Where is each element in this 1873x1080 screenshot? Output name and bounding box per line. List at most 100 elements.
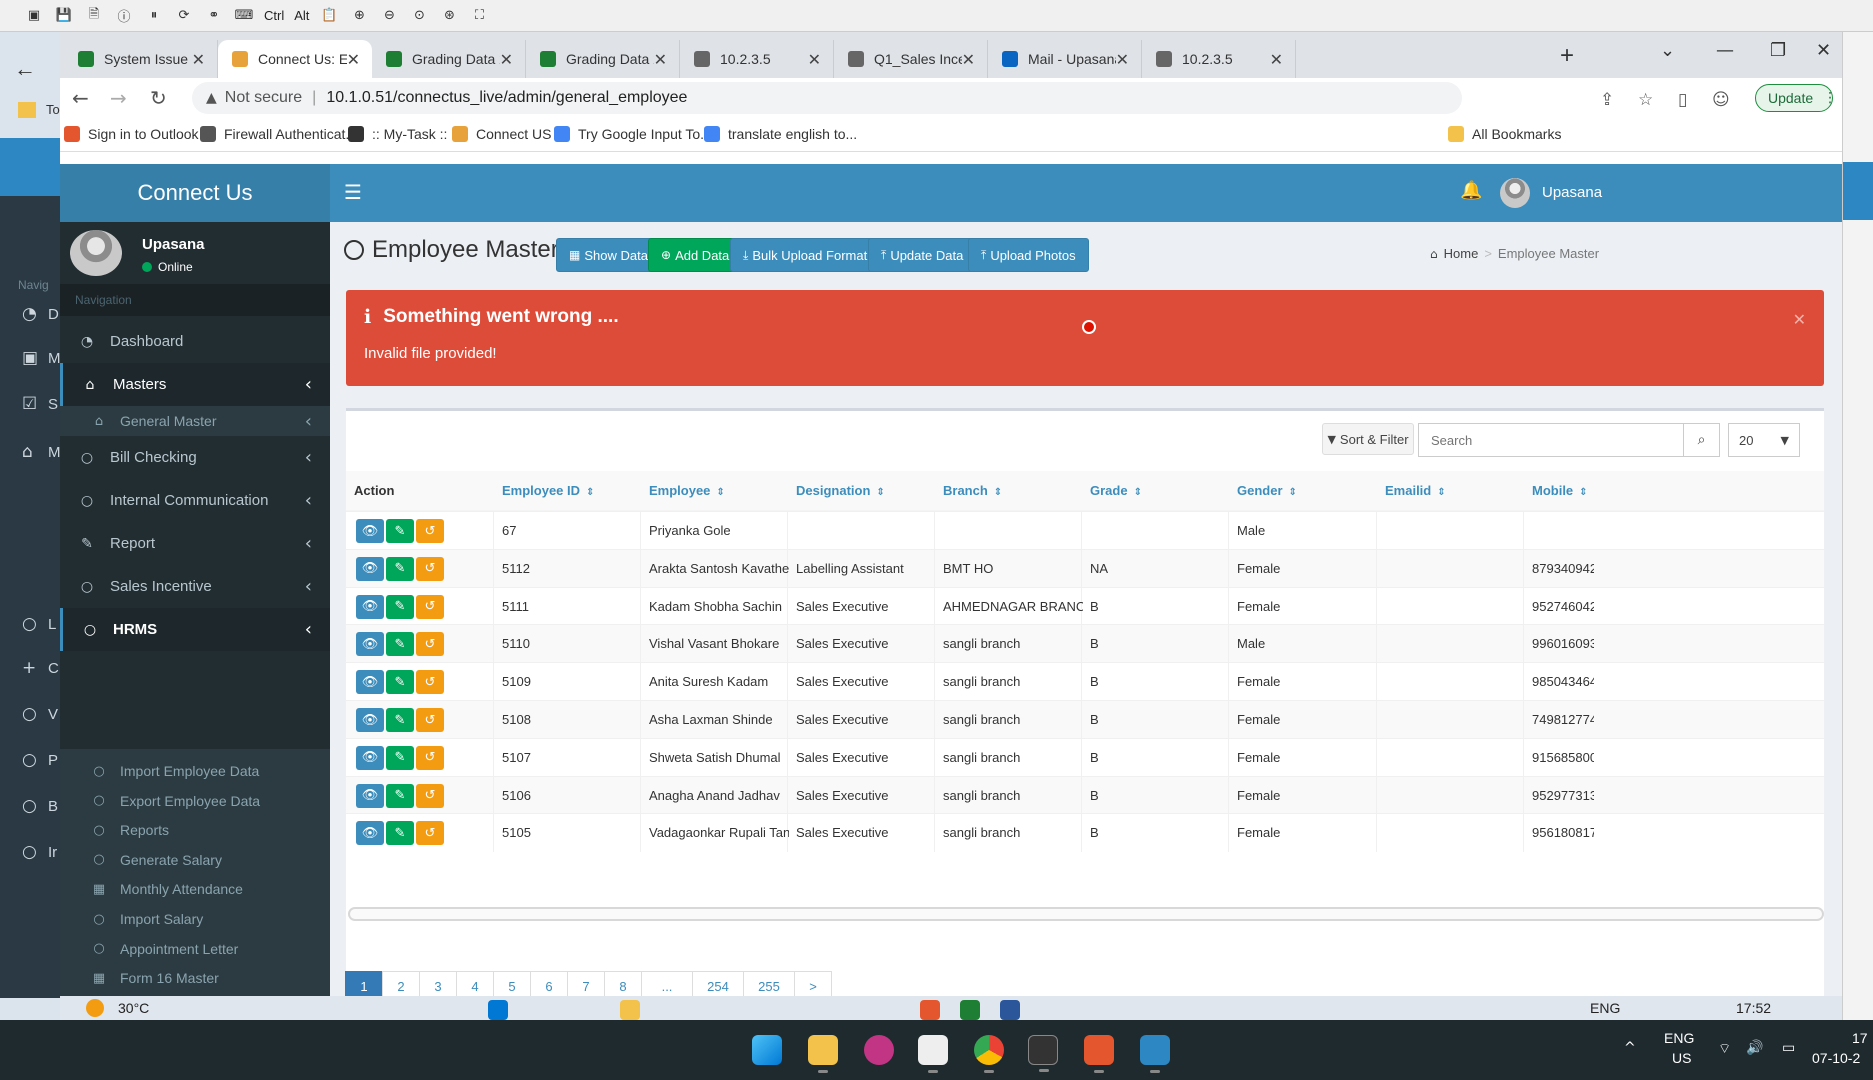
column-header[interactable]: Emailid ⇕ bbox=[1385, 483, 1446, 498]
word-icon[interactable] bbox=[1000, 1000, 1020, 1020]
browser-tab[interactable]: Connect Us: Emp✕ bbox=[218, 40, 372, 78]
search-button[interactable]: ⌕ bbox=[1684, 423, 1720, 457]
avatar[interactable] bbox=[1500, 178, 1530, 208]
browser-tab[interactable]: Q1_Sales Incenti✕ bbox=[834, 40, 988, 78]
remote-nav-item[interactable]: M bbox=[48, 350, 61, 367]
close-icon[interactable]: ✕ bbox=[1793, 310, 1806, 329]
volume-icon[interactable]: 🔊 bbox=[1746, 1040, 1763, 1056]
browser-tab[interactable]: Grading Data 23✕ bbox=[526, 40, 680, 78]
top-user-name[interactable]: Upasana bbox=[1542, 184, 1602, 201]
back-icon[interactable]: ← bbox=[72, 86, 89, 110]
sidebar-item[interactable]: ○ HRMS ‹ bbox=[60, 608, 330, 651]
pagination-page[interactable]: 6 bbox=[530, 971, 568, 996]
column-header[interactable]: Branch ⇕ bbox=[943, 483, 1002, 498]
view-icon[interactable]: 👁 bbox=[356, 670, 384, 695]
remote-nav-item[interactable]: C bbox=[48, 660, 59, 677]
info-icon[interactable]: ⓘ bbox=[114, 6, 134, 26]
sidebar-item[interactable]: ◔ Dashboard bbox=[60, 320, 330, 363]
close-icon[interactable]: ✕ bbox=[1270, 50, 1283, 69]
restore-icon[interactable]: ❐ bbox=[1770, 40, 1786, 61]
save-icon[interactable]: 💾 bbox=[54, 6, 74, 26]
link-icon[interactable]: ⚭ bbox=[204, 6, 224, 26]
zoom-in-icon[interactable]: ⊕ bbox=[349, 6, 369, 26]
anydesk-icon[interactable] bbox=[1084, 1035, 1114, 1073]
sort-icon[interactable]: ⇕ bbox=[586, 487, 594, 498]
host-date[interactable]: 07-10-2 bbox=[1812, 1050, 1860, 1066]
remote-nav-item[interactable]: D bbox=[48, 306, 59, 323]
windows-start-icon[interactable] bbox=[752, 1035, 782, 1065]
refresh-icon[interactable]: ⟳ bbox=[174, 6, 194, 26]
pagination-page[interactable]: ... bbox=[641, 971, 693, 996]
sort-icon[interactable]: ⇕ bbox=[876, 487, 884, 498]
file-explorer-icon[interactable] bbox=[808, 1035, 838, 1073]
circle-icon[interactable]: ○ bbox=[22, 704, 37, 724]
edit-icon[interactable]: ✎ bbox=[386, 632, 414, 657]
bookmark-item[interactable]: Sign in to Outlook bbox=[64, 126, 199, 142]
remote-nav-item[interactable]: Ir bbox=[48, 844, 57, 861]
edit-icon[interactable]: ✎ bbox=[386, 519, 414, 543]
pagination-page[interactable]: 3 bbox=[419, 971, 457, 996]
action-button[interactable]: ⤓ Bulk Upload Format bbox=[730, 238, 881, 272]
sort-icon[interactable]: ⇕ bbox=[1437, 487, 1445, 498]
search-input[interactable] bbox=[1418, 423, 1684, 457]
bookmark-item[interactable]: Connect US bbox=[452, 126, 551, 142]
remote-nav-item[interactable]: B bbox=[48, 798, 58, 815]
sort-icon[interactable]: ⇕ bbox=[1289, 487, 1297, 498]
sidebar-subitem[interactable]: ○ Appointment Letter bbox=[60, 933, 330, 964]
minimize-icon[interactable]: — bbox=[1716, 40, 1734, 61]
pagination-page[interactable]: 254 bbox=[692, 971, 744, 996]
column-header[interactable]: Employee ID ⇕ bbox=[502, 483, 594, 498]
forward-icon[interactable]: → bbox=[110, 86, 127, 110]
back-arrow-icon[interactable]: ← bbox=[14, 56, 36, 82]
close-icon[interactable]: ✕ bbox=[808, 50, 821, 69]
view-icon[interactable]: 👁 bbox=[356, 745, 384, 770]
alt-key-button[interactable]: Alt bbox=[294, 8, 309, 23]
share-icon[interactable]: ⇪ bbox=[1600, 90, 1614, 110]
view-icon[interactable]: 👁 bbox=[356, 708, 384, 732]
close-icon[interactable]: ✕ bbox=[500, 50, 513, 69]
browser-tab[interactable]: Grading Data 23✕ bbox=[372, 40, 526, 78]
all-bookmarks[interactable]: All Bookmarks bbox=[1448, 126, 1561, 142]
hamburger-icon[interactable]: ☰ bbox=[344, 180, 362, 204]
reset-icon[interactable]: ↺ bbox=[416, 670, 444, 695]
clipboard-icon[interactable]: 📋 bbox=[319, 6, 339, 26]
bookmark-star-icon[interactable]: ☆ bbox=[1638, 90, 1653, 110]
app-icon[interactable] bbox=[1140, 1035, 1170, 1073]
sidebar-subitem[interactable]: ▦ Form 16 Master bbox=[60, 963, 330, 994]
sidebar-subitem[interactable]: ○ Export Employee Data bbox=[60, 785, 330, 816]
reset-icon[interactable]: ↺ bbox=[416, 556, 444, 581]
page-size-select[interactable]: 20 ▼ bbox=[1728, 423, 1800, 457]
edit-icon[interactable]: ✎ bbox=[386, 745, 414, 770]
vnc-logo-icon[interactable]: ▣ bbox=[24, 6, 44, 26]
close-icon[interactable]: ✕ bbox=[192, 50, 205, 69]
new-tab-button[interactable]: + bbox=[1560, 42, 1574, 70]
reset-icon[interactable]: ↺ bbox=[416, 708, 444, 732]
keyboard-icon[interactable]: ⌨ bbox=[234, 6, 254, 26]
brand-logo[interactable]: Connect Us bbox=[60, 164, 330, 222]
sidebar-item[interactable]: ○ Internal Communication ‹ bbox=[60, 479, 330, 522]
view-icon[interactable]: 👁 bbox=[356, 594, 384, 619]
circle-icon[interactable]: ○ bbox=[22, 614, 37, 634]
column-header[interactable]: Gender ⇕ bbox=[1237, 483, 1297, 498]
bookmark-item[interactable]: Firewall Authenticat... bbox=[200, 126, 357, 142]
sort-filter-button[interactable]: ▼ Sort & Filter bbox=[1322, 423, 1414, 455]
plus-icon[interactable]: + bbox=[22, 658, 36, 678]
chevron-up-icon[interactable]: ^ bbox=[1624, 1040, 1636, 1056]
browser-tab[interactable]: 10.2.3.5 ✕ bbox=[1142, 40, 1296, 78]
sidebar-subitem-general-master[interactable]: ⌂ General Master ‹ bbox=[60, 406, 330, 436]
warning-icon[interactable]: ▲ bbox=[206, 90, 217, 106]
edit-icon[interactable]: ✎ bbox=[386, 594, 414, 619]
close-icon[interactable]: ✕ bbox=[654, 50, 667, 69]
terminal-icon[interactable] bbox=[1028, 1035, 1058, 1072]
home-icon[interactable]: ⌂ bbox=[22, 442, 33, 462]
pause-icon[interactable]: ⏸ bbox=[144, 6, 164, 26]
sidebar-item[interactable]: ✎ Report ‹ bbox=[60, 522, 330, 565]
close-window-icon[interactable]: ✕ bbox=[1816, 40, 1831, 61]
zoom-out-icon[interactable]: ⊖ bbox=[379, 6, 399, 26]
circle-icon[interactable]: ○ bbox=[22, 842, 37, 862]
pagination-page[interactable]: 8 bbox=[604, 971, 642, 996]
reset-icon[interactable]: ↺ bbox=[416, 519, 444, 543]
bookmark-item[interactable]: Try Google Input To... bbox=[554, 126, 712, 142]
edit-icon[interactable]: ✎ bbox=[386, 556, 414, 581]
zoom-fit-icon[interactable]: ⊙ bbox=[409, 6, 429, 26]
